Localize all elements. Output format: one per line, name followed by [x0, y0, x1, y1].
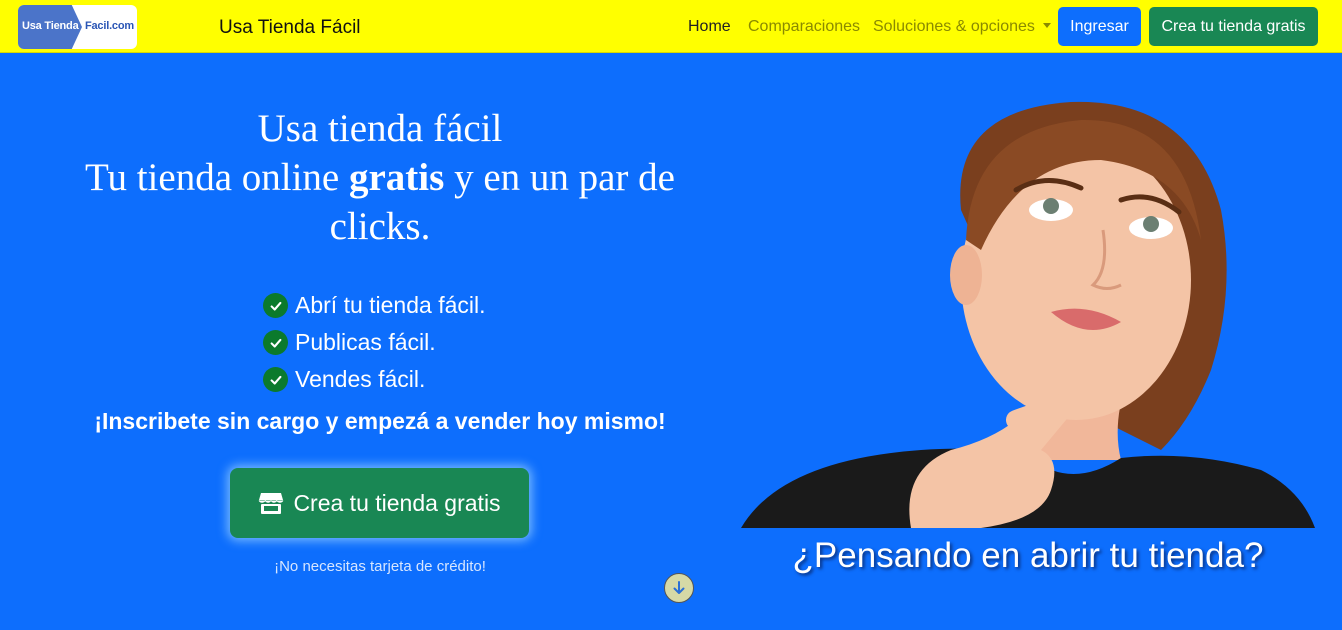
- caret-down-icon: [1042, 23, 1051, 28]
- logo-text-left: Usa Tienda: [22, 20, 79, 32]
- hero-title-emphasis: gratis: [349, 156, 445, 199]
- feature-item: Vendes fácil.: [263, 361, 486, 398]
- create-store-main-label: Crea tu tienda gratis: [293, 489, 501, 516]
- arrow-down-icon[interactable]: [664, 573, 694, 603]
- hero-title: Usa tienda fácil Tu tienda online gratis…: [40, 104, 720, 251]
- logo-text-right: Facil.com: [85, 20, 134, 32]
- hero-title-line1: Usa tienda fácil: [257, 107, 503, 150]
- feature-item: Abrí tu tienda fácil.: [263, 287, 486, 324]
- check-circle-icon: [263, 293, 288, 318]
- feature-list: Abrí tu tienda fácil. Publicas fácil. Ve…: [263, 287, 486, 398]
- feature-text: Publicas fácil.: [295, 329, 436, 355]
- feature-text: Abrí tu tienda fácil.: [295, 292, 486, 318]
- hero-title-line2: Tu tienda online gratis y en un par de: [40, 153, 720, 202]
- feature-text: Vendes fácil.: [295, 366, 426, 392]
- nav-dropdown-soluciones[interactable]: Soluciones & opciones: [873, 18, 1051, 36]
- nav-dropdown-label: Soluciones & opciones: [873, 18, 1035, 35]
- brand-name[interactable]: Usa Tienda Fácil: [219, 17, 361, 39]
- signup-tagline: ¡Inscribete sin cargo y empezá a vender …: [94, 408, 666, 434]
- feature-item: Publicas fácil.: [263, 324, 486, 361]
- site-logo[interactable]: Usa Tienda Facil.com: [18, 5, 137, 49]
- check-circle-icon: [263, 330, 288, 355]
- store-icon: [259, 493, 284, 514]
- nav-link-home[interactable]: Home: [688, 18, 731, 36]
- thinking-woman-image: [741, 101, 1315, 528]
- question-caption: ¿Pensando en abrir tu tienda?: [792, 536, 1264, 575]
- hero-title-line3: clicks.: [329, 205, 431, 248]
- create-store-main-button[interactable]: Crea tu tienda gratis: [230, 468, 529, 538]
- no-card-note: ¡No necesitas tarjeta de crédito!: [274, 558, 486, 575]
- create-store-nav-button[interactable]: Crea tu tienda gratis: [1149, 7, 1318, 46]
- nav-link-comparaciones[interactable]: Comparaciones: [748, 18, 860, 36]
- login-button[interactable]: Ingresar: [1058, 7, 1141, 46]
- check-circle-icon: [263, 367, 288, 392]
- hero-title-line2-start: Tu tienda online: [85, 156, 349, 199]
- hero-title-line2-end: y en un par de: [444, 156, 675, 199]
- navbar: Usa Tienda Facil.com Usa Tienda Fácil Ho…: [0, 0, 1342, 53]
